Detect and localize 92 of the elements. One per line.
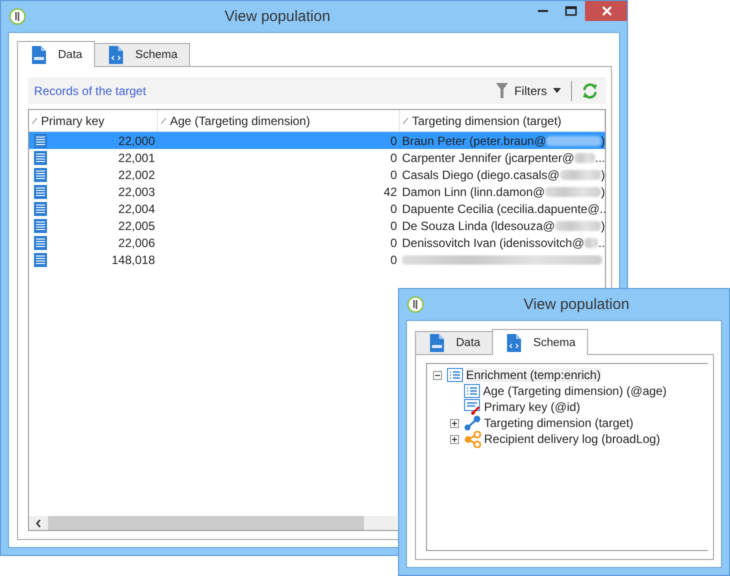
close-button[interactable] — [585, 1, 627, 21]
tree-item[interactable]: Enrichment (temp:enrich) — [466, 368, 601, 382]
record-icon — [34, 168, 47, 182]
table-cell: 0 — [390, 252, 397, 266]
table-cell: Casals Diego (diego.casals@ — [402, 168, 560, 182]
tab[interactable]: Schema — [492, 329, 588, 355]
app-icon — [9, 8, 26, 25]
table-cell: ) — [601, 184, 605, 198]
table-cell: 0 — [390, 218, 397, 232]
redacted-text — [560, 170, 601, 180]
link-icon — [464, 415, 481, 431]
section-title: Records of the target — [34, 84, 146, 98]
share-icon — [464, 430, 481, 448]
table-cell: .. — [598, 236, 605, 250]
scroll-left-icon[interactable] — [35, 518, 42, 528]
table-cell: .. — [600, 202, 605, 216]
window-title: View population — [522, 296, 630, 313]
table-row[interactable]: 22,003 42 Damon Linn (linn.damon@ ) — [29, 183, 605, 200]
sql-file-icon — [32, 46, 46, 64]
table-cell: ... — [594, 150, 605, 164]
table-cell: 22,001 — [118, 150, 155, 164]
tree-item[interactable]: Recipient delivery log (broadLog) — [484, 432, 660, 446]
table-cell: Dapuente Cecilia (cecilia.dapuente@ — [402, 202, 600, 216]
sort-icon — [403, 118, 408, 124]
record-icon — [34, 134, 47, 148]
redacted-text — [546, 136, 601, 146]
redacted-text — [554, 220, 601, 230]
table-cell: 0 — [390, 150, 397, 164]
code-file-icon — [507, 334, 522, 352]
redacted-text — [574, 152, 595, 162]
tree-item[interactable]: Targeting dimension (target) — [484, 416, 634, 430]
table-row[interactable]: 148,018 0 — [29, 251, 605, 268]
sort-icon — [32, 118, 37, 124]
table-cell: 22,000 — [118, 134, 155, 148]
record-icon — [34, 252, 47, 266]
table-row[interactable]: 22,004 0 Dapuente Cecilia (cecilia.dapuente@.. — [29, 200, 605, 217]
filter-icon — [496, 83, 508, 98]
expand-toggle[interactable] — [450, 434, 461, 444]
record-icon — [34, 184, 47, 198]
tree-item[interactable]: Age (Targeting dimension) (@age) — [483, 384, 667, 398]
tab[interactable]: Schema — [94, 43, 190, 66]
tree-item[interactable]: Primary key (@id) — [484, 400, 580, 414]
collapse-toggle[interactable] — [433, 370, 444, 380]
record-icon — [34, 236, 47, 250]
refresh-icon[interactable] — [582, 82, 598, 98]
dropdown-caret-icon[interactable] — [553, 88, 561, 93]
table-cell: 0 — [390, 236, 397, 250]
table-cell: 22,006 — [118, 236, 155, 250]
table-row[interactable]: 22,002 0 Casals Diego (diego.casals@ ) — [29, 166, 605, 183]
app-icon — [407, 296, 424, 313]
record-icon — [34, 202, 47, 216]
table-cell: 0 — [390, 168, 397, 182]
column-header[interactable]: Age (Targeting dimension) — [158, 110, 400, 131]
sql-file-icon — [430, 334, 444, 352]
table-cell: 0 — [390, 202, 397, 216]
close-icon[interactable] — [602, 6, 612, 16]
table-cell: 42 — [384, 184, 397, 198]
column-header[interactable]: Targeting dimension (target) — [400, 110, 605, 131]
table-row[interactable]: 22,000 0 Braun Peter (peter.braun@ ) — [29, 132, 605, 149]
table-cell: Carpenter Jennifer (jcarpenter@ — [402, 150, 574, 164]
filters-button[interactable]: Filters — [514, 84, 547, 98]
code-file-icon — [109, 46, 124, 64]
list-icon — [447, 368, 463, 382]
table-cell: 148,018 — [112, 252, 155, 266]
record-icon — [34, 150, 47, 164]
record-icon — [34, 218, 47, 232]
column-header[interactable]: Primary key — [29, 110, 158, 131]
tab[interactable]: Data — [415, 331, 494, 354]
table-row[interactable]: 22,001 0 Carpenter Jennifer (jcarpenter@ ... — [29, 149, 605, 166]
table-cell: ) — [601, 168, 605, 182]
table-cell: 22,005 — [118, 218, 155, 232]
redacted-text — [584, 238, 598, 248]
redacted-text — [544, 186, 601, 196]
expand-toggle[interactable] — [450, 418, 461, 428]
table-cell: 22,002 — [118, 168, 155, 182]
table-row[interactable]: 22,006 0 Denissovitch Ivan (idenissovitch@ .. — [29, 234, 605, 251]
table-cell: De Souza Linda (ldesouza@ — [402, 218, 555, 232]
key-field-icon — [464, 399, 481, 415]
window-title: View population — [224, 8, 332, 25]
list-icon — [464, 384, 480, 398]
table-cell: 22,004 — [118, 202, 155, 216]
table-cell: ) — [601, 134, 605, 148]
table-cell: Denissovitch Ivan (idenissovitch@ — [402, 236, 584, 250]
table-cell: 0 — [390, 134, 397, 148]
table-cell: Braun Peter (peter.braun@ — [402, 134, 546, 148]
maximize-icon[interactable] — [565, 6, 577, 16]
table-cell: ) — [601, 218, 605, 232]
table-row[interactable]: 22,005 0 De Souza Linda (ldesouza@ ) — [29, 217, 605, 234]
tab[interactable]: Data — [17, 41, 96, 67]
sort-icon — [161, 118, 166, 124]
table-cell: 22,003 — [118, 184, 155, 198]
table-cell: Damon Linn (linn.damon@ — [402, 184, 545, 198]
